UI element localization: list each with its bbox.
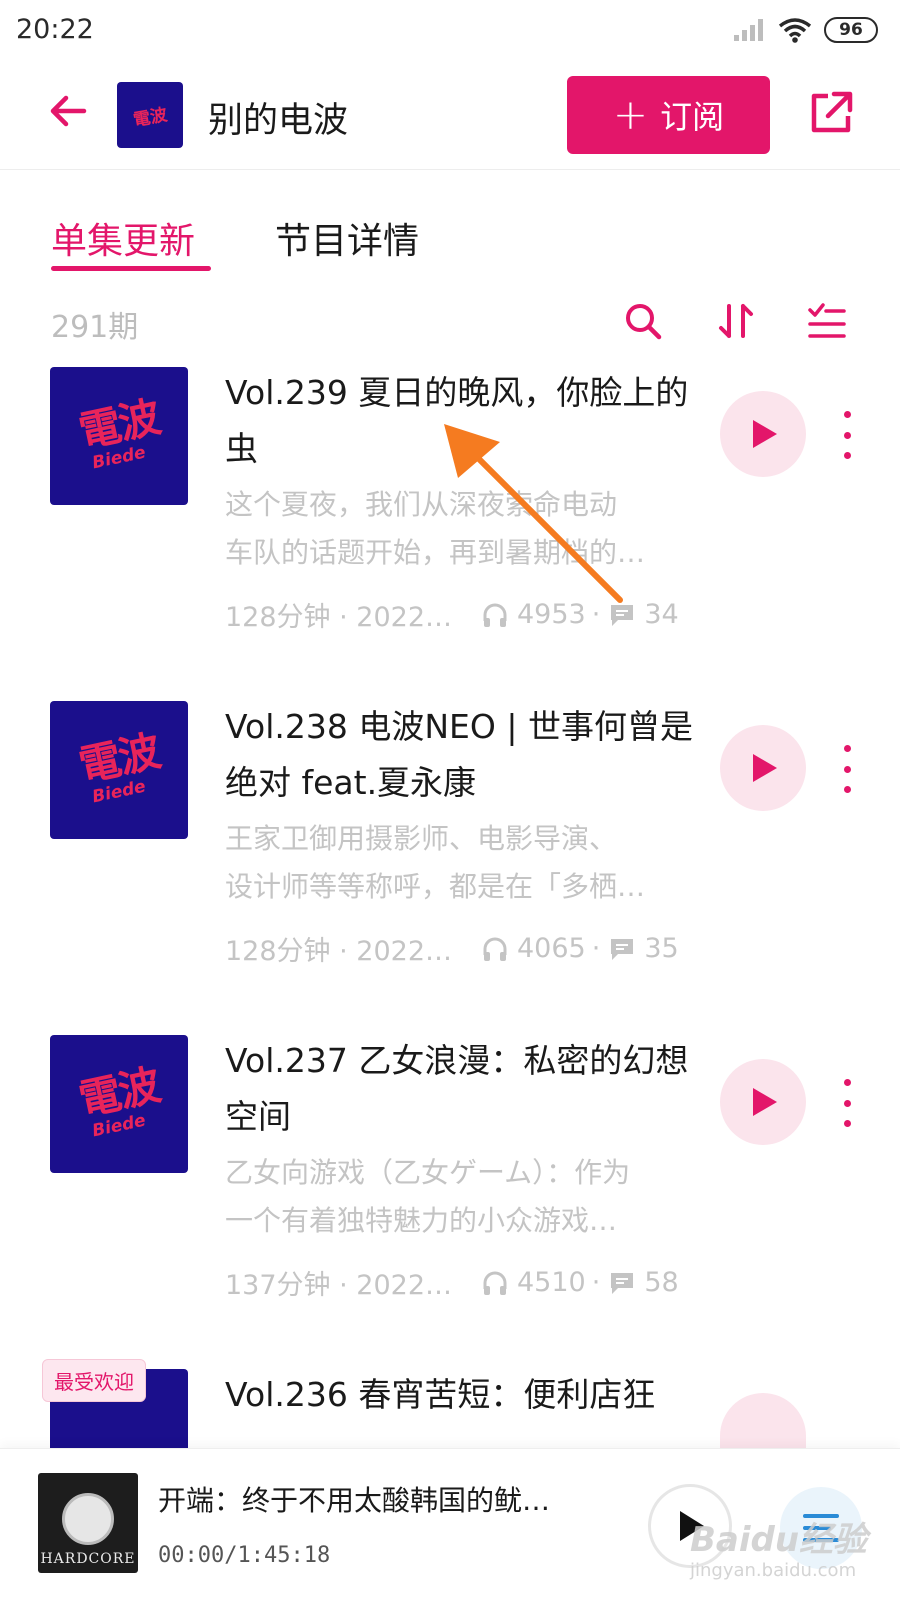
comment-icon [608, 935, 636, 963]
status-icons: 96 [732, 16, 878, 44]
annotation-arrow [444, 424, 623, 603]
wifi-icon [778, 18, 812, 43]
cover-logo-text: 電波 [74, 1060, 164, 1125]
cover-logo-text: 電波 [74, 726, 164, 791]
episode-plays: 4510 [517, 1267, 586, 1298]
play-icon [753, 420, 777, 448]
episode-description-line: 乙女向游戏（乙女ゲーム）：作为 [225, 1156, 631, 1189]
status-time: 20:22 [16, 14, 94, 45]
tab-details[interactable]: 节目详情 [275, 212, 419, 264]
episode-duration-date: 128分钟 · 2022/… [225, 602, 457, 633]
batch-select-button[interactable] [806, 300, 848, 342]
back-arrow-icon [50, 95, 87, 127]
meta-separator: · [591, 933, 601, 964]
podcast-logo: 電波 [117, 82, 183, 148]
podcast-logo-text: 電波 [131, 104, 169, 131]
episode-play-button[interactable] [720, 1059, 806, 1145]
episode-comments: 35 [644, 933, 679, 964]
episode-more-button[interactable] [835, 411, 859, 459]
episode-cover: 電波 Biede [50, 1035, 188, 1173]
episode-title: Vol.237 乙女浪漫：私密的幻想空间 [225, 1041, 689, 1136]
episode-item[interactable]: 電波 Biede Vol.237 乙女浪漫：私密的幻想空间 乙女向游戏（乙女ゲー… [0, 1035, 900, 1335]
episode-description: 乙女向游戏（乙女ゲーム）：作为 一个有着独特魅力的小众游戏… [225, 1149, 695, 1245]
episode-plays: 4065 [517, 933, 586, 964]
header: 電波 别的电波 + 订阅 [0, 62, 900, 170]
share-icon [811, 91, 853, 133]
episode-comments: 58 [644, 1267, 679, 1298]
subscribe-button[interactable]: + 订阅 [567, 76, 770, 154]
watermark-url: jingyan.baidu.com [690, 1560, 857, 1581]
episode-more-button[interactable] [835, 1079, 859, 1127]
episode-count: 291期 [51, 310, 139, 345]
episode-description-line: 一个有着独特魅力的小众游戏… [225, 1204, 618, 1237]
episode-play-button[interactable] [720, 1393, 806, 1449]
battery-indicator: 96 [824, 17, 878, 43]
player-cover-text: HARDCORE [40, 1551, 136, 1567]
sort-button[interactable] [715, 300, 757, 342]
episode-description: 王家卫御用摄影师、电影导演、 设计师等等称呼，都是在「多栖… [225, 815, 695, 911]
popular-badge: 最受欢迎 [42, 1359, 146, 1402]
watermark: Baidu经验 [690, 1520, 868, 1560]
meta-separator: · [591, 1267, 601, 1298]
episode-description-line: 设计师等等称呼，都是在「多栖… [225, 870, 646, 903]
back-button[interactable] [44, 86, 94, 136]
player-title: 开端：终于不用太酸韩国的鱿… [158, 1484, 551, 1517]
active-tab-indicator [51, 266, 211, 271]
episode-comments: 34 [644, 599, 679, 630]
episode-duration-date: 128分钟 · 2022/… [225, 936, 457, 967]
cover-face-graphic [62, 1493, 114, 1545]
status-bar: 20:22 96 [0, 0, 900, 62]
episode-item[interactable]: 最受欢迎 Vol.236 春宵苦短：便利店狂 [0, 1359, 900, 1449]
search-button[interactable] [622, 300, 664, 342]
tab-bar: 单集更新 节目详情 [0, 198, 900, 278]
episode-duration-date: 137分钟 · 2022/… [225, 1270, 457, 1301]
episode-meta: 128分钟 · 2022/… 4065 · 35 [225, 929, 700, 968]
comment-icon [608, 1269, 636, 1297]
play-icon [753, 1088, 777, 1116]
play-icon [753, 754, 777, 782]
episode-title: Vol.236 春宵苦短：便利店狂 [225, 1375, 656, 1414]
signal-icon [734, 19, 763, 41]
episode-toolbar: 291期 [0, 298, 900, 348]
headphones-icon [481, 1269, 509, 1297]
headphones-icon [481, 935, 509, 963]
episode-cover: 電波 Biede [50, 701, 188, 839]
episode-meta: 137分钟 · 2022/… 4510 · 58 [225, 1263, 700, 1302]
subscribe-label: 订阅 [660, 98, 725, 136]
plus-icon: + [612, 90, 649, 139]
episode-title: Vol.238 电波NEO | 世事何曾是绝对 feat.夏永康 [225, 707, 693, 802]
share-button[interactable] [806, 88, 856, 138]
search-icon [626, 304, 662, 340]
cover-logo-text: 電波 [74, 392, 164, 457]
sort-icon [719, 304, 753, 338]
episode-item[interactable]: 電波 Biede Vol.238 电波NEO | 世事何曾是绝对 feat.夏永… [0, 701, 900, 1001]
tab-episodes[interactable]: 单集更新 [51, 212, 195, 264]
episode-cover: 電波 Biede [50, 367, 188, 505]
player-time: 00:00/1:45:18 [158, 1543, 331, 1568]
episode-description-line: 王家卫御用摄影师、电影导演、 [225, 822, 618, 855]
checklist-icon [808, 303, 846, 338]
episode-play-button[interactable] [720, 725, 806, 811]
podcast-title: 别的电波 [208, 101, 349, 141]
episode-play-button[interactable] [720, 391, 806, 477]
episode-more-button[interactable] [835, 745, 859, 793]
player-cover: HARDCORE [38, 1473, 138, 1573]
